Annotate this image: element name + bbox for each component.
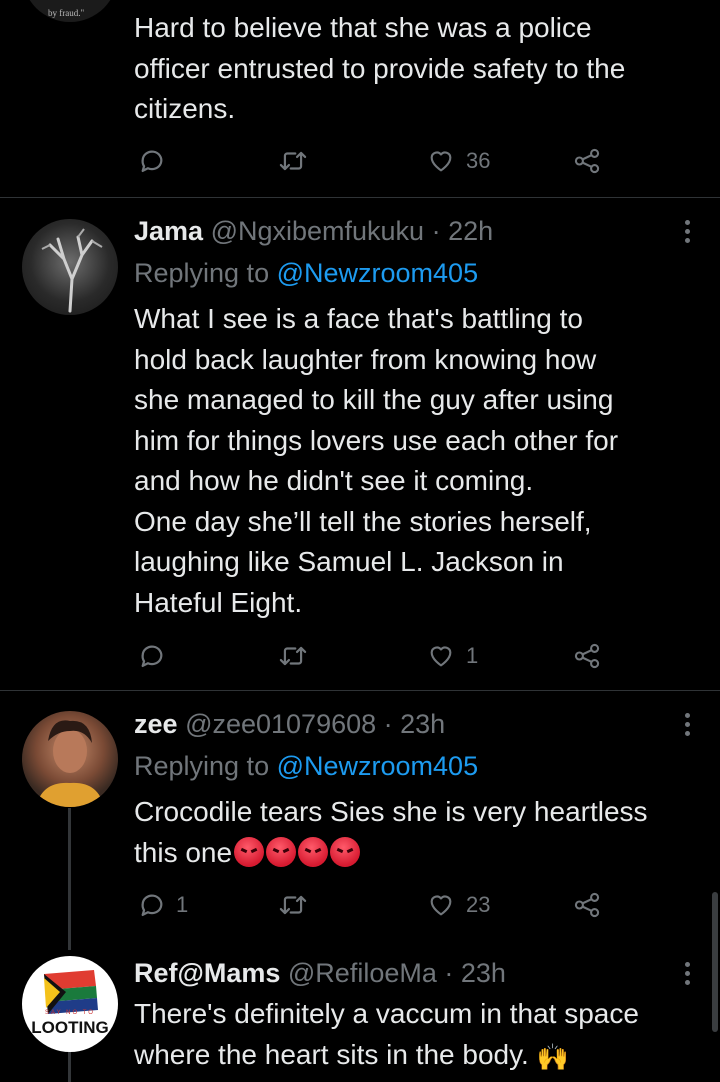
share-button[interactable] [572, 641, 602, 671]
more-options-button[interactable] [682, 962, 692, 989]
tweet-header: Jama @Ngxibemfukuku · 22h [134, 215, 660, 247]
timestamp[interactable]: 23h [461, 958, 506, 988]
display-name[interactable]: Jama [134, 216, 203, 246]
tweet-header: zee @zee01079608 · 23h [134, 708, 660, 740]
like-button[interactable]: 23 [426, 890, 490, 920]
person-photo-icon [36, 720, 104, 807]
tweet-actions: 1 23 [134, 890, 614, 920]
separator: · [436, 958, 461, 988]
display-name[interactable]: Ref@Mams [134, 958, 280, 988]
retweet-button[interactable] [278, 890, 318, 920]
avatar-tweet-0[interactable]: by fraud." [22, 0, 118, 22]
reply-icon [138, 147, 166, 175]
separator: · [376, 709, 401, 739]
replying-to: Replying to @Newzroom405 [134, 750, 478, 782]
scrollbar[interactable] [712, 892, 718, 1032]
tweet-header: Ref@Mams @RefiloeMa · 23h [134, 957, 660, 989]
tweet-actions: 36 [134, 146, 614, 176]
avatar-caption: by fraud." [48, 8, 85, 18]
like-icon [426, 891, 456, 919]
username[interactable]: @zee01079608 [185, 709, 376, 739]
like-count: 36 [466, 148, 491, 173]
angry-face-icon [266, 836, 297, 867]
retweet-icon [278, 891, 308, 919]
reply-icon [138, 642, 166, 670]
tweet-text: Hard to believe that she was a police of… [134, 12, 626, 124]
share-icon [572, 642, 602, 670]
avatar-refmams[interactable]: SAY NO TO LOOTING [22, 956, 118, 1052]
replying-to-handle[interactable]: @Newzroom405 [277, 258, 479, 288]
angry-face-icon [298, 836, 329, 867]
more-icon [682, 220, 692, 243]
share-button[interactable] [572, 890, 602, 920]
avatar-slogan-main: LOOTING [31, 1018, 109, 1037]
username[interactable]: @Ngxibemfukuku [211, 216, 425, 246]
more-options-button[interactable] [682, 713, 692, 740]
tree-photo-icon [41, 228, 103, 313]
more-icon [682, 962, 692, 985]
like-button[interactable]: 36 [426, 146, 490, 176]
separator: · [424, 216, 449, 246]
replying-to-label: Replying to [134, 258, 277, 288]
thread-line [68, 1050, 71, 1082]
avatar-zee[interactable] [22, 711, 118, 807]
reply-button[interactable] [138, 641, 176, 671]
replying-to-label: Replying to [134, 751, 277, 781]
timestamp[interactable]: 23h [400, 709, 445, 739]
replying-to-handle[interactable]: @Newzroom405 [277, 751, 479, 781]
divider [0, 197, 720, 198]
replying-to: Replying to @Newzroom405 [134, 257, 478, 289]
timestamp[interactable]: 22h [448, 216, 493, 246]
thread-line [68, 808, 71, 950]
retweet-icon [278, 642, 308, 670]
share-icon [572, 891, 602, 919]
angry-face-icon [330, 836, 361, 867]
tweet-text-content: Crocodile tears Sies she is very heartle… [134, 796, 648, 868]
more-options-button[interactable] [682, 220, 692, 247]
angry-face-icon [234, 836, 265, 867]
like-count: 1 [466, 643, 479, 668]
tweet-text: Crocodile tears Sies she is very heartle… [134, 792, 704, 873]
raising-hands-icon: 🙌 [536, 1041, 569, 1072]
share-button[interactable] [572, 146, 602, 176]
tweet-text: What I see is a face that's battling to … [134, 303, 619, 618]
tweet-text: There's definitely a vaccum in that spac… [134, 994, 704, 1077]
username[interactable]: @RefiloeMa [288, 958, 437, 988]
avatar-jama[interactable] [22, 219, 118, 315]
divider [0, 690, 720, 691]
retweet-button[interactable] [278, 146, 318, 176]
retweet-button[interactable] [278, 641, 318, 671]
reply-button[interactable]: 1 [138, 890, 188, 920]
like-icon [426, 147, 456, 175]
like-icon [426, 642, 456, 670]
avatar-slogan-top: SAY NO TO [45, 1010, 95, 1016]
like-count: 23 [466, 892, 491, 917]
more-icon [682, 713, 692, 736]
retweet-icon [278, 147, 308, 175]
display-name[interactable]: zee [134, 709, 178, 739]
reply-count: 1 [176, 892, 189, 917]
share-icon [572, 147, 602, 175]
like-button[interactable]: 1 [426, 641, 478, 671]
reply-icon [138, 891, 166, 919]
reply-button[interactable] [138, 146, 176, 176]
tweet-actions: 1 [134, 641, 614, 671]
